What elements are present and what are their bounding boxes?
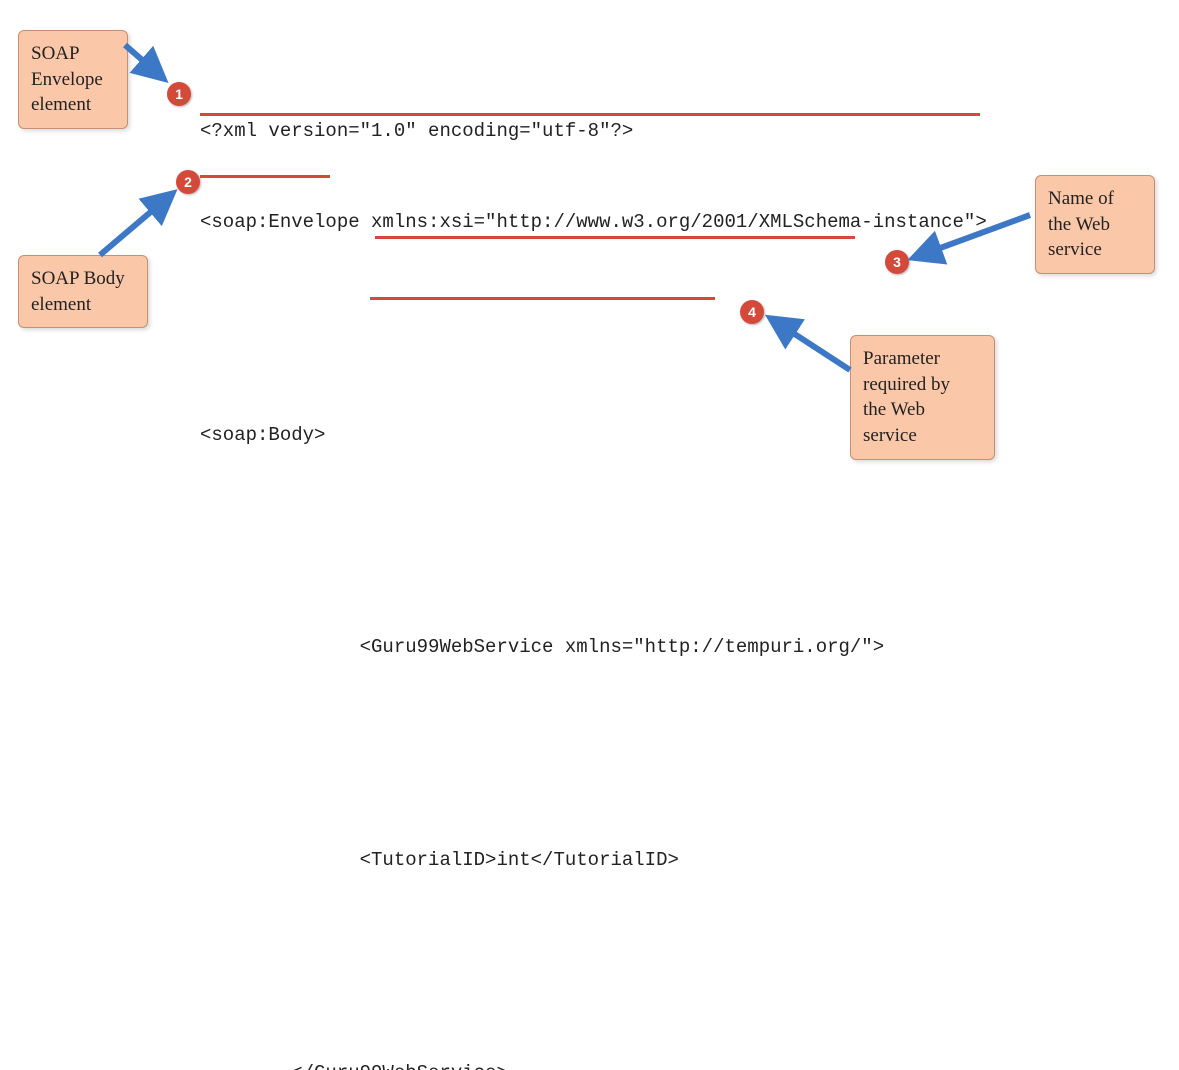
underline-tutorialid <box>370 297 715 300</box>
code-tutorialid: <TutorialID>int</TutorialID> <box>200 845 987 875</box>
callout-soap-body: SOAP Body element <box>18 255 148 328</box>
code-blank-2 <box>200 541 987 571</box>
code-xml-declaration: <?xml version="1.0" encoding="utf-8"?> <box>200 116 987 146</box>
arrow-body <box>95 185 185 265</box>
code-blank-1 <box>200 329 987 359</box>
badge-1: 1 <box>167 82 191 106</box>
underline-body <box>200 175 330 178</box>
underline-envelope <box>200 113 980 116</box>
code-envelope-open: <soap:Envelope xmlns:xsi="http://www.w3.… <box>200 207 987 237</box>
code-blank-4 <box>200 967 987 997</box>
code-webservice-close: </Guru99WebService> <box>200 1058 987 1070</box>
badge-2: 2 <box>176 170 200 194</box>
code-webservice-open: <Guru99WebService xmlns="http://tempuri.… <box>200 632 987 662</box>
underline-webservice <box>375 236 855 239</box>
code-blank-3 <box>200 754 987 784</box>
soap-code-block: <?xml version="1.0" encoding="utf-8"?> <… <box>200 55 987 1070</box>
callout-soap-envelope: SOAP Envelope element <box>18 30 128 129</box>
code-body-open: <soap:Body> <box>200 420 987 450</box>
callout-webservice-name: Name of the Web service <box>1035 175 1155 274</box>
